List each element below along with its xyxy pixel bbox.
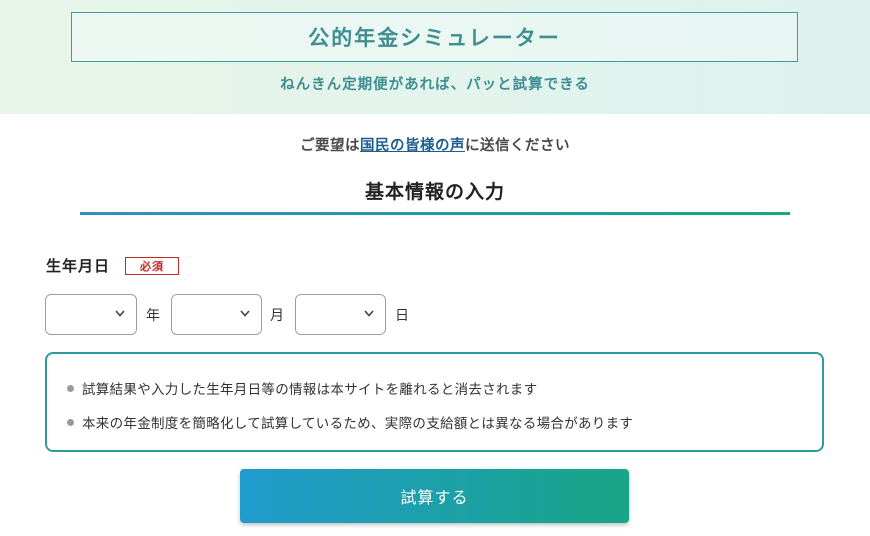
feedback-suffix: に送信ください bbox=[465, 138, 570, 154]
header-banner: 公的年金シミュレーター ねんきん定期便があれば、パッと試算できる bbox=[0, 0, 870, 114]
year-unit-label: 年 bbox=[146, 308, 160, 324]
page-subtitle: ねんきん定期便があれば、パッと試算できる bbox=[280, 77, 590, 93]
notice-item: 本来の年金制度を簡略化して試算しているため、実際の支給額とは異なる場合があります bbox=[67, 412, 633, 432]
chevron-down-icon bbox=[115, 310, 125, 317]
feedback-prefix: ご要望は bbox=[300, 138, 360, 154]
day-unit-label: 日 bbox=[395, 308, 409, 324]
calculate-button[interactable]: 試算する bbox=[240, 469, 629, 523]
birthdate-label: 生年月日 bbox=[46, 257, 111, 275]
birth-year-select[interactable] bbox=[45, 294, 137, 335]
section-divider bbox=[80, 212, 790, 215]
page-title: 公的年金シミュレーター bbox=[308, 26, 561, 50]
month-unit-label: 月 bbox=[270, 308, 284, 324]
title-box: 公的年金シミュレーター bbox=[71, 12, 798, 62]
chevron-down-icon bbox=[240, 310, 250, 317]
birth-month-select[interactable] bbox=[171, 294, 262, 335]
chevron-down-icon bbox=[364, 310, 374, 317]
section-title: 基本情報の入力 bbox=[364, 181, 505, 203]
birth-day-select[interactable] bbox=[295, 294, 386, 335]
notice-text: 試算結果や入力した生年月日等の情報は本サイトを離れると消去されます bbox=[82, 382, 538, 398]
bullet-dot-icon bbox=[67, 418, 74, 426]
feedback-request: ご要望は国民の皆様の声に送信ください bbox=[0, 134, 870, 155]
notice-item: 試算結果や入力した生年月日等の情報は本サイトを離れると消去されます bbox=[67, 378, 537, 398]
required-badge: 必須 bbox=[125, 257, 179, 275]
bullet-dot-icon bbox=[67, 384, 74, 392]
notice-text: 本来の年金制度を簡略化して試算しているため、実際の支給額とは異なる場合があります bbox=[82, 416, 634, 432]
public-voice-link[interactable]: 国民の皆様の声 bbox=[360, 138, 465, 154]
notice-box: 試算結果や入力した生年月日等の情報は本サイトを離れると消去されます 本来の年金制… bbox=[45, 352, 824, 452]
